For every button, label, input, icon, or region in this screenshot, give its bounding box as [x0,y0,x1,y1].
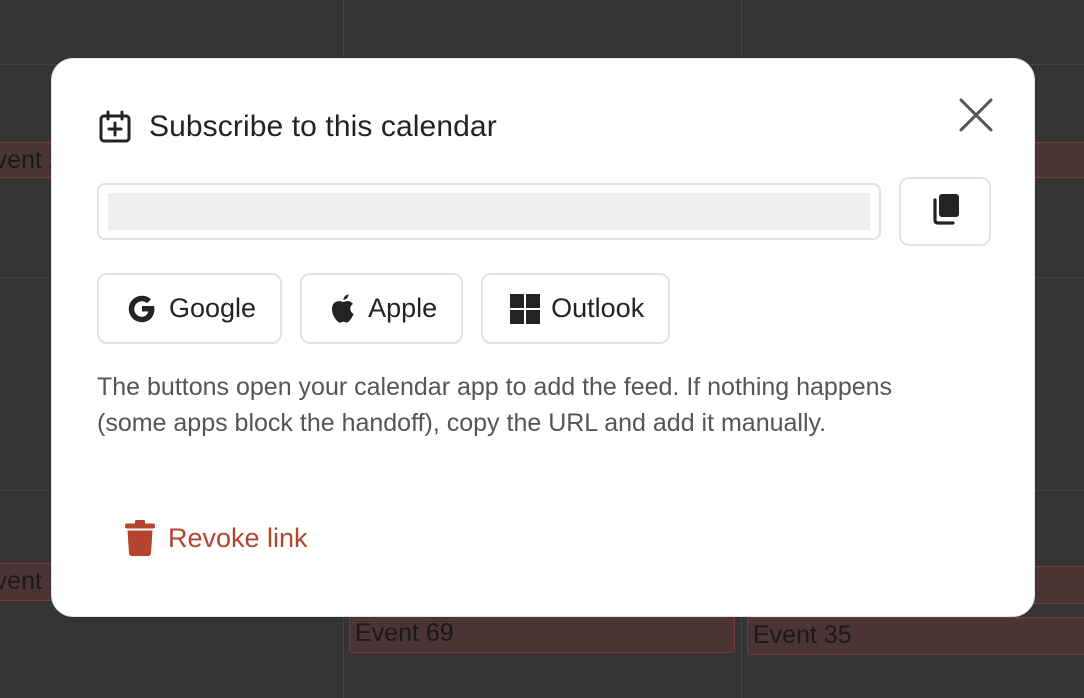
trash-icon [124,519,156,557]
copy-url-button[interactable] [899,177,991,246]
google-button[interactable]: Google [97,273,283,344]
revoke-link-button[interactable]: Revoke link [124,517,308,559]
dialog-header: Subscribe to this calendar [97,107,497,147]
apple-button-label: Apple [368,293,438,323]
google-icon [125,292,159,326]
feed-url-field [97,183,881,240]
outlook-button-label: Outlook [551,293,645,323]
revoke-link-label: Revoke link [168,522,308,553]
calendar-event[interactable]: Event 35 [747,617,1084,655]
help-text: The buttons open your calendar app to ad… [97,373,893,437]
dialog-title: Subscribe to this calendar [149,110,497,143]
windows-icon [509,293,541,325]
feed-url-input[interactable] [108,193,870,230]
subscribe-dialog: Subscribe to this calendar Google Apple … [51,58,1035,617]
copy-icon [929,192,961,231]
calendar-plus-icon [97,109,133,145]
apple-icon [328,292,358,326]
apple-button[interactable]: Apple [300,273,464,344]
calendar-app-buttons: Google Apple Outlook [97,273,671,344]
close-icon [958,97,994,138]
close-button[interactable] [954,95,998,139]
calendar-event[interactable]: Event 69 [349,615,735,653]
outlook-button[interactable]: Outlook [481,273,671,344]
google-button-label: Google [169,293,257,323]
